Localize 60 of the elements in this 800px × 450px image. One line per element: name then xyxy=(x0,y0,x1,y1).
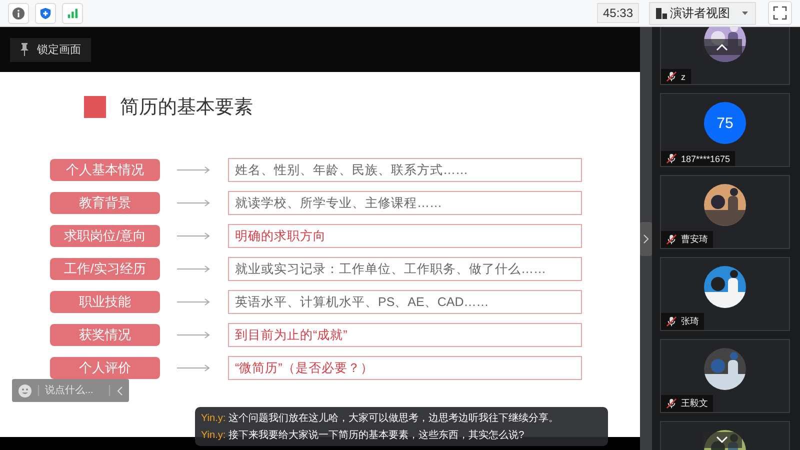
arrow-icon xyxy=(177,265,210,273)
lock-screen-button[interactable]: 锁定画面 xyxy=(10,38,91,62)
view-mode-dropdown[interactable]: 演讲者视图 xyxy=(649,2,756,24)
scroll-down-button[interactable] xyxy=(702,432,742,448)
participant-tile[interactable]: 王毅文 xyxy=(660,339,790,413)
category-label: 个人评价 xyxy=(50,357,160,379)
arrow-icon xyxy=(177,298,210,306)
chevron-down-icon xyxy=(716,436,728,444)
shield-icon[interactable] xyxy=(35,2,56,24)
detail-text: 明确的求职方向 xyxy=(228,224,582,248)
arrow-icon xyxy=(177,331,210,339)
muted-microphone-icon xyxy=(666,234,677,245)
name-tag: 187****1675 xyxy=(661,151,736,166)
detail-text: 就读学校、所学专业、主修课程…… xyxy=(228,191,582,215)
detail-text: “微简历”（是否必要？） xyxy=(228,356,582,380)
name-tag: 曹安琦 xyxy=(661,231,713,248)
category-label: 职业技能 xyxy=(50,291,160,313)
detail-text: 英语水平、计算机水平、PS、AE、CAD…… xyxy=(228,290,582,314)
caret-icon xyxy=(741,9,749,17)
name-tag: 王毅文 xyxy=(661,395,713,412)
category-label: 教育背景 xyxy=(50,192,160,214)
participant-tile[interactable]: z xyxy=(660,27,790,85)
name-tag: z xyxy=(661,69,690,84)
emoji-icon[interactable] xyxy=(18,384,32,398)
slide-title: 简历的基本要素 xyxy=(120,96,253,120)
info-icon[interactable] xyxy=(8,2,29,24)
chevron-up-icon xyxy=(716,43,728,51)
category-label: 工作/实习经历 xyxy=(50,258,160,280)
muted-microphone-icon xyxy=(666,153,677,164)
arrow-icon xyxy=(177,166,210,174)
participant-tile[interactable]: 张琦 xyxy=(660,257,790,331)
arrow-icon xyxy=(177,364,210,372)
title-square xyxy=(84,96,106,118)
chevron-right-icon xyxy=(643,234,649,244)
category-label: 个人基本情况 xyxy=(50,159,160,181)
fullscreen-icon[interactable] xyxy=(768,1,792,25)
name-tag: 张琦 xyxy=(661,313,704,330)
layout-icon xyxy=(656,8,667,18)
chat-text-field[interactable]: 说点什么... xyxy=(38,385,110,396)
pin-icon xyxy=(20,43,29,56)
signal-icon[interactable] xyxy=(62,2,83,24)
muted-microphone-icon xyxy=(666,398,677,409)
detail-text: 到目前为止的“成就” xyxy=(228,323,582,347)
detail-text: 就业或实习记录：工作单位、工作职务、做了什么…… xyxy=(228,257,582,281)
arrow-icon xyxy=(177,232,210,240)
category-label: 获奖情况 xyxy=(50,324,160,346)
arrow-icon xyxy=(177,199,210,207)
panel-toggle-handle[interactable] xyxy=(640,222,652,256)
avatar: 75 xyxy=(704,102,746,144)
meeting-timer: 45:33 xyxy=(596,3,639,23)
subtitle-line: Yin.y: 接下来我要给大家说一下简历的基本要素，这些东西，其实怎么说? xyxy=(201,428,526,442)
detail-text: 姓名、性别、年龄、民族、联系方式…… xyxy=(228,158,582,182)
participant-tile[interactable]: 曹安琦 xyxy=(660,175,790,249)
chat-input[interactable]: 说点什么... xyxy=(12,379,129,402)
participant-tile[interactable]: 75 187****1675 xyxy=(660,93,790,167)
muted-microphone-icon xyxy=(666,71,677,82)
muted-microphone-icon xyxy=(666,316,677,327)
scroll-up-button[interactable] xyxy=(702,39,742,55)
category-label: 求职岗位/意向 xyxy=(50,225,160,247)
subtitle-line: Yin.y: 这个问题我们放在这儿哈，大家可以做思考，边思考边听我往下继续分享。 xyxy=(201,412,560,425)
